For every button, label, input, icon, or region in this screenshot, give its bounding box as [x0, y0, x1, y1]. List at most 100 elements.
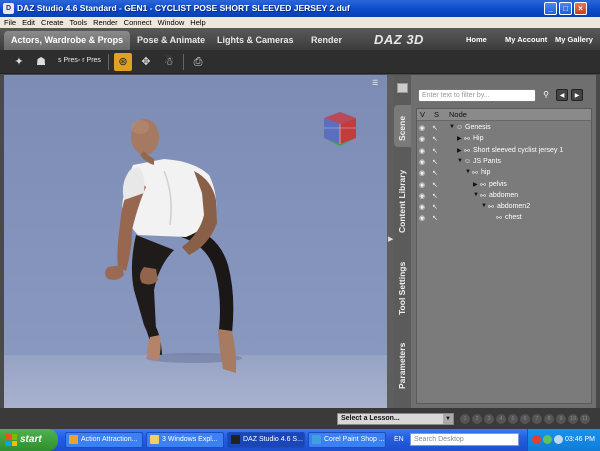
scene-node-row[interactable]: ◉ ↖ ▼ ⚯ hip: [417, 168, 591, 179]
close-button[interactable]: ×: [574, 2, 587, 15]
eye-icon[interactable]: ◉: [419, 203, 425, 211]
menu-window[interactable]: Window: [158, 17, 185, 28]
expand-toggle-icon[interactable]: ▼: [449, 124, 455, 130]
expand-toggle-icon[interactable]: ▶: [457, 147, 462, 154]
tab-scene[interactable]: Scene: [394, 105, 411, 147]
tab-parameters[interactable]: Parameters: [394, 331, 411, 391]
desktop-search-input[interactable]: Search Desktop: [410, 433, 519, 446]
eye-icon[interactable]: ◉: [419, 158, 425, 166]
language-indicator[interactable]: EN: [394, 436, 404, 443]
maximize-button[interactable]: □: [559, 2, 572, 15]
minimize-button[interactable]: _: [544, 2, 557, 15]
column-selectable[interactable]: S: [434, 110, 439, 119]
pane-menu-icon[interactable]: [397, 83, 408, 93]
tab-render[interactable]: Render: [304, 31, 349, 50]
menu-render[interactable]: Render: [93, 17, 118, 28]
my-gallery-link[interactable]: My Gallery: [555, 35, 593, 44]
lesson-page-dot[interactable]: 3: [484, 414, 494, 424]
select-icon[interactable]: ↖: [432, 147, 438, 155]
tab-tool-settings[interactable]: Tool Settings: [394, 245, 411, 317]
lesson-page-dot[interactable]: 10: [568, 414, 578, 424]
menu-tools[interactable]: Tools: [70, 17, 88, 28]
scene-node-row[interactable]: ◉ ↖ ▶ ⚯ pelvis: [417, 180, 591, 191]
lesson-page-dot[interactable]: 2: [472, 414, 482, 424]
scene-node-row[interactable]: ◉ ↖ ▶ ⚯ Short sleeved cyclist jersey 1: [417, 146, 591, 157]
select-icon[interactable]: ↖: [432, 124, 438, 132]
eye-icon[interactable]: ◉: [419, 124, 425, 132]
eye-icon[interactable]: ◉: [419, 181, 425, 189]
tab-pose-animate[interactable]: Pose & Animate: [130, 31, 212, 50]
search-icon[interactable]: ⚲: [540, 89, 552, 101]
scene-node-row[interactable]: ◉ ↖ ▼ ⚯ abdomen: [417, 191, 591, 202]
eye-icon[interactable]: ◉: [419, 135, 425, 143]
select-icon[interactable]: ↖: [432, 181, 438, 189]
tab-lights-cameras[interactable]: Lights & Cameras: [210, 31, 301, 50]
select-icon[interactable]: ↖: [432, 192, 438, 200]
menu-help[interactable]: Help: [190, 17, 205, 28]
scene-filter-input[interactable]: Enter text to filter by...: [418, 89, 536, 102]
pose-tool-icon[interactable]: ☃: [160, 53, 178, 71]
tab-content-library[interactable]: Content Library: [394, 155, 411, 235]
lesson-page-dot[interactable]: 1: [460, 414, 470, 424]
eye-icon[interactable]: ◉: [419, 169, 425, 177]
taskbar-button-browser[interactable]: Action Attraction...: [65, 432, 143, 448]
windows-logo-icon: [5, 434, 17, 446]
camera-icon[interactable]: ⎙: [189, 53, 207, 71]
figure-render[interactable]: [4, 75, 387, 408]
new-figure-icon[interactable]: ✦: [10, 53, 28, 71]
my-account-link[interactable]: My Account: [505, 35, 547, 44]
scene-node-row[interactable]: ◉ ↖ ▼ ☺ JS Pants: [417, 157, 591, 168]
scene-node-row[interactable]: ◉ ↖ ▼ ⚯ abdomen2: [417, 202, 591, 213]
3d-viewport[interactable]: ☰: [4, 75, 387, 408]
lesson-page-dot[interactable]: 7: [532, 414, 542, 424]
column-visible[interactable]: V: [420, 110, 425, 119]
universal-tool-icon[interactable]: ⊛: [114, 53, 132, 71]
start-button[interactable]: start: [0, 429, 58, 451]
expand-toggle-icon[interactable]: ▼: [457, 158, 463, 164]
tab-actors-wardrobe-props[interactable]: Actors, Wardrobe & Props: [4, 31, 131, 50]
scene-node-row[interactable]: ◉ ↖ ▶ ⚯ Hip: [417, 134, 591, 145]
lesson-page-dot[interactable]: 11: [580, 414, 590, 424]
select-icon[interactable]: ↖: [432, 169, 438, 177]
expand-toggle-icon[interactable]: ▼: [481, 203, 487, 209]
eye-icon[interactable]: ◉: [419, 147, 425, 155]
panel-splitter[interactable]: ▶: [387, 75, 394, 408]
menu-edit[interactable]: Edit: [22, 17, 35, 28]
chevron-down-icon[interactable]: ▼: [443, 414, 453, 424]
tray-volume-icon[interactable]: [554, 435, 563, 444]
select-icon[interactable]: ↖: [432, 214, 438, 222]
lesson-page-dot[interactable]: 4: [496, 414, 506, 424]
menu-create[interactable]: Create: [41, 17, 64, 28]
previous-button[interactable]: ◀: [556, 89, 568, 101]
taskbar-button-explorer[interactable]: 3 Windows Expl...: [146, 432, 224, 448]
rotate-tool-icon[interactable]: ✥: [137, 53, 155, 71]
lesson-page-dot[interactable]: 6: [520, 414, 530, 424]
expand-toggle-icon[interactable]: ▼: [473, 192, 479, 198]
column-node[interactable]: Node: [449, 110, 467, 119]
scene-node-row[interactable]: ◉ ↖ ▼ ☺ Genesis: [417, 123, 591, 134]
select-icon[interactable]: ↖: [432, 158, 438, 166]
lesson-page-dot[interactable]: 9: [556, 414, 566, 424]
tab-content-library-label: Content Library: [397, 169, 407, 233]
figure-preset-icon[interactable]: ☗: [32, 53, 50, 71]
select-icon[interactable]: ↖: [432, 203, 438, 211]
taskbar-button-paint-shop[interactable]: Corel Paint Shop ...: [308, 432, 386, 448]
lesson-select[interactable]: Select a Lesson... ▼: [337, 413, 454, 425]
home-link[interactable]: Home: [466, 35, 487, 44]
next-button[interactable]: ▶: [571, 89, 583, 101]
tray-network-icon[interactable]: [543, 435, 552, 444]
lesson-page-dot[interactable]: 8: [544, 414, 554, 424]
menu-connect[interactable]: Connect: [124, 17, 152, 28]
scene-node-row[interactable]: ◉ ↖ ⚯ chest: [417, 213, 591, 224]
select-icon[interactable]: ↖: [432, 135, 438, 143]
menu-file[interactable]: File: [4, 17, 16, 28]
eye-icon[interactable]: ◉: [419, 214, 425, 222]
eye-icon[interactable]: ◉: [419, 192, 425, 200]
expand-toggle-icon[interactable]: ▶: [457, 135, 462, 142]
taskbar-button-daz-studio[interactable]: DAZ Studio 4.6 S...: [227, 432, 305, 448]
tray-alert-icon[interactable]: [532, 435, 541, 444]
collapse-arrow-icon[interactable]: ▶: [388, 235, 393, 243]
expand-toggle-icon[interactable]: ▶: [473, 181, 478, 188]
lesson-page-dot[interactable]: 5: [508, 414, 518, 424]
expand-toggle-icon[interactable]: ▼: [465, 169, 471, 175]
